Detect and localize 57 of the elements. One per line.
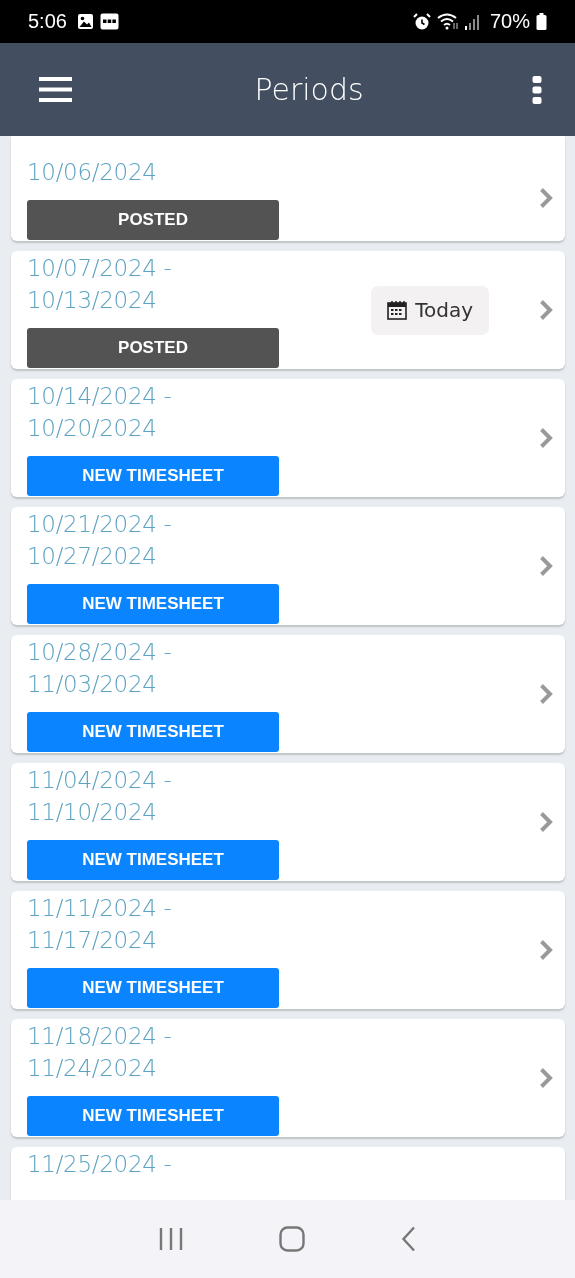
period-end-date: 11/24/2024 xyxy=(27,1054,157,1083)
alarm-icon xyxy=(412,12,431,31)
chevron-right-icon xyxy=(539,683,553,705)
period-end-date: 10/06/2024 xyxy=(27,157,157,187)
status-badge[interactable]: NEW TIMESHEET xyxy=(27,1096,279,1136)
chevron-right-icon xyxy=(539,1067,553,1089)
battery-percent: 70% xyxy=(489,10,530,33)
period-card[interactable]: 11/11/2024 - 11/17/2024 NEW TIMESHEET xyxy=(11,891,565,1009)
period-start-date: 10/28/2024 - xyxy=(27,638,172,667)
calendar-icon xyxy=(387,300,408,320)
status-badge: POSTED xyxy=(27,199,279,240)
screen-title: Periods xyxy=(254,72,364,107)
more-options-icon[interactable] xyxy=(532,75,542,104)
clock-time: 5:06 xyxy=(28,10,67,33)
period-start-date: 11/18/2024 - xyxy=(27,1022,172,1051)
period-card[interactable]: 10/14/2024 - 10/20/2024 NEW TIMESHEET xyxy=(11,379,565,497)
chevron-right-icon xyxy=(539,811,553,833)
chevron-right-icon xyxy=(539,299,553,321)
period-end-date: 11/17/2024 xyxy=(27,926,157,955)
period-card[interactable]: 11/04/2024 - 11/10/2024 NEW TIMESHEET xyxy=(11,763,565,881)
status-badge[interactable]: NEW TIMESHEET xyxy=(27,456,279,496)
status-badge[interactable]: NEW TIMESHEET xyxy=(27,712,279,752)
chevron-right-icon xyxy=(539,555,553,577)
period-start-date: 10/07/2024 - xyxy=(27,254,172,283)
battery-icon xyxy=(536,13,547,30)
menu-icon[interactable] xyxy=(39,77,72,102)
period-start-date: 11/04/2024 - xyxy=(27,766,172,795)
period-end-date: 11/03/2024 xyxy=(27,670,157,699)
notification-icon xyxy=(99,13,119,30)
signal-icon xyxy=(464,13,480,30)
period-card[interactable]: 10/06/2024 POSTED xyxy=(11,136,565,241)
status-badge[interactable]: NEW TIMESHEET xyxy=(27,584,279,624)
period-end-date: 10/13/2024 xyxy=(27,286,157,315)
period-end-date: 11/10/2024 xyxy=(27,798,157,827)
period-card[interactable]: 11/18/2024 - 11/24/2024 NEW TIMESHEET xyxy=(11,1019,565,1137)
period-card[interactable]: 10/21/2024 - 10/27/2024 NEW TIMESHEET xyxy=(11,507,565,625)
period-start-date: 11/11/2024 - xyxy=(27,894,172,923)
recent-apps-icon[interactable] xyxy=(157,1226,184,1252)
wifi-icon xyxy=(436,13,459,30)
image-icon xyxy=(76,13,94,30)
chevron-right-icon xyxy=(539,186,553,209)
status-badge: POSTED xyxy=(27,328,279,368)
period-end-date: 10/20/2024 xyxy=(27,414,157,443)
status-badge[interactable]: NEW TIMESHEET xyxy=(27,968,279,1008)
back-icon[interactable] xyxy=(401,1226,418,1252)
period-card[interactable]: 10/28/2024 - 11/03/2024 NEW TIMESHEET xyxy=(11,635,565,753)
home-icon[interactable] xyxy=(279,1226,306,1252)
period-card[interactable]: 10/07/2024 - 10/13/2024 POSTED Today xyxy=(11,251,565,369)
period-end-date: 10/27/2024 xyxy=(27,542,157,571)
period-card[interactable]: 11/25/2024 - xyxy=(11,1147,565,1200)
chevron-right-icon xyxy=(539,427,553,449)
period-start-date: 10/14/2024 - xyxy=(27,382,172,411)
chevron-right-icon xyxy=(539,939,553,961)
period-start-date: 11/25/2024 - xyxy=(27,1150,172,1179)
today-button[interactable]: Today xyxy=(371,285,489,335)
period-start-date: 10/21/2024 - xyxy=(27,510,172,539)
status-badge[interactable]: NEW TIMESHEET xyxy=(27,840,279,880)
